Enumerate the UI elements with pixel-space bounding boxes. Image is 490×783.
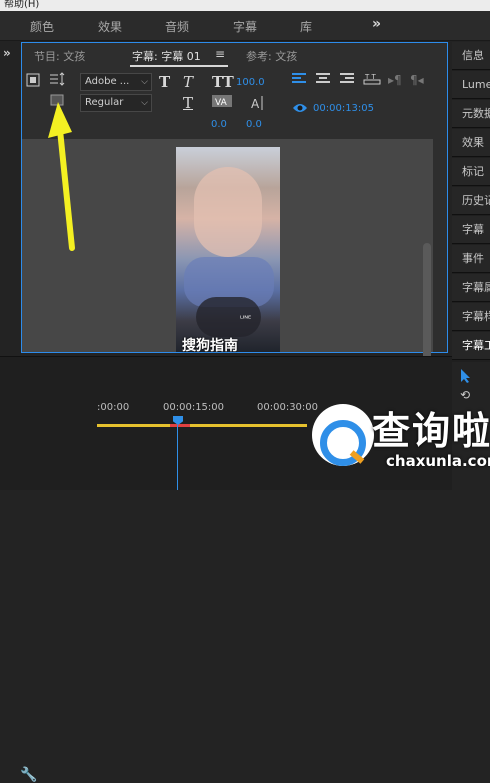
wrench-icon[interactable]: 🔧 (20, 767, 37, 783)
panel-item-caption-properties[interactable]: 字幕属性 (452, 274, 490, 302)
workspace-tab-captions[interactable]: 字幕 (233, 18, 257, 35)
bold-icon[interactable]: T (159, 73, 170, 91)
font-family-select[interactable]: Adobe ... ⌵ (80, 73, 152, 91)
expand-left-icon[interactable]: » (3, 46, 11, 60)
paragraph-rtl-icon[interactable]: ¶◂ (410, 73, 424, 87)
panel-item-markers[interactable]: 标记 (452, 158, 490, 186)
workspace-overflow-button[interactable]: » (372, 16, 381, 32)
italic-icon[interactable]: T (183, 73, 193, 91)
work-area-bar[interactable] (97, 424, 307, 427)
font-size-icon: TT (212, 73, 234, 91)
menu-help[interactable]: 帮助(H) (4, 0, 39, 10)
font-style-value: Regular (85, 97, 124, 108)
panel-item-caption-tools[interactable]: 字幕工具 (452, 332, 490, 360)
align-right-icon[interactable] (340, 73, 354, 88)
timecode-display[interactable]: 00:00:13:05 (313, 103, 374, 114)
leading-icon: A (249, 95, 265, 114)
workspace-tab-color[interactable]: 颜色 (30, 18, 54, 35)
align-center-icon[interactable] (316, 73, 330, 88)
timeline-tick-start: :00:00 (97, 402, 130, 413)
panel-menu-icon[interactable]: ≡ (215, 47, 225, 61)
paragraph-ltr-icon[interactable]: ▸¶ (388, 73, 402, 87)
menu-bar[interactable]: 帮助(H) (0, 0, 490, 11)
annotation-arrow (48, 102, 75, 251)
watermark-logo (312, 404, 374, 466)
font-size-value[interactable]: 100.0 (236, 77, 265, 88)
watermark: 查询啦 chaxunla.com (312, 396, 490, 476)
new-caption-icon[interactable] (26, 73, 40, 90)
panel-item-effects[interactable]: 效果 (452, 129, 490, 157)
underline-icon[interactable]: T (183, 94, 193, 112)
chevron-down-icon: ⌵ (141, 98, 148, 108)
chevron-down-icon: ⌵ (141, 77, 148, 87)
workspace-tab-effects[interactable]: 效果 (98, 18, 122, 35)
panel-tabs: 节目: 文孩 字幕: 字幕 01 ≡ 参考: 文孩 (22, 43, 447, 67)
align-left-icon[interactable] (292, 73, 306, 88)
playhead-line (177, 425, 178, 490)
svg-text:A: A (251, 97, 260, 111)
timeline-tick-15s: 00:00:15:00 (163, 402, 225, 413)
left-panel-strip: » (0, 42, 20, 352)
panel-item-captions[interactable]: 字幕 (452, 216, 490, 244)
blurred-face (194, 167, 262, 257)
preview-scrollbar[interactable] (423, 243, 431, 373)
selection-tool-icon[interactable] (460, 368, 472, 387)
roll-crawl-options-icon[interactable] (49, 72, 65, 89)
watermark-url: chaxunla.com (386, 452, 490, 470)
show-background-video-icon[interactable] (292, 102, 308, 117)
tab-stops-icon[interactable]: T T (363, 71, 381, 88)
watermark-text: 查询啦 (372, 409, 490, 453)
font-family-value: Adobe ... (85, 76, 130, 87)
panel-item-lumetri[interactable]: Lumetri (452, 71, 490, 99)
workspace-tab-libraries[interactable]: 库 (300, 18, 312, 35)
panel-item-info[interactable]: 信息 (452, 42, 490, 70)
kerning-value[interactable]: 0.0 (211, 119, 227, 130)
panel-item-caption-styles[interactable]: 字幕样式 (452, 303, 490, 331)
blurred-lower (196, 297, 261, 337)
workspace-tabs: 颜色 效果 音频 字幕 库 » (0, 11, 490, 41)
panel-item-history[interactable]: 历史记录 (452, 187, 490, 215)
video-frame-image: ᴸᴵᴺᴱ (176, 147, 280, 352)
kerning-icon: VA (212, 95, 232, 112)
tab-reference[interactable]: 参考: 文孩 (246, 48, 297, 64)
leading-value[interactable]: 0.0 (246, 119, 262, 130)
svg-text:VA: VA (215, 98, 228, 108)
tab-caption[interactable]: 字幕: 字幕 01 (132, 48, 201, 64)
video-stamp: ᴸᴵᴺᴱ (240, 314, 252, 323)
timeline-tick-30s: 00:00:30:00 (257, 402, 319, 413)
workspace-tab-audio[interactable]: 音频 (165, 18, 189, 35)
svg-text:T T: T T (364, 73, 377, 81)
font-style-select[interactable]: Regular ⌵ (80, 94, 152, 112)
active-tab-indicator (130, 65, 228, 67)
tab-program[interactable]: 节目: 文孩 (34, 48, 85, 64)
render-bar (170, 424, 190, 427)
caption-text[interactable]: 搜狗指南 (182, 335, 238, 355)
panel-item-events[interactable]: 事件 (452, 245, 490, 273)
panel-item-metadata[interactable]: 元数据 (452, 100, 490, 128)
